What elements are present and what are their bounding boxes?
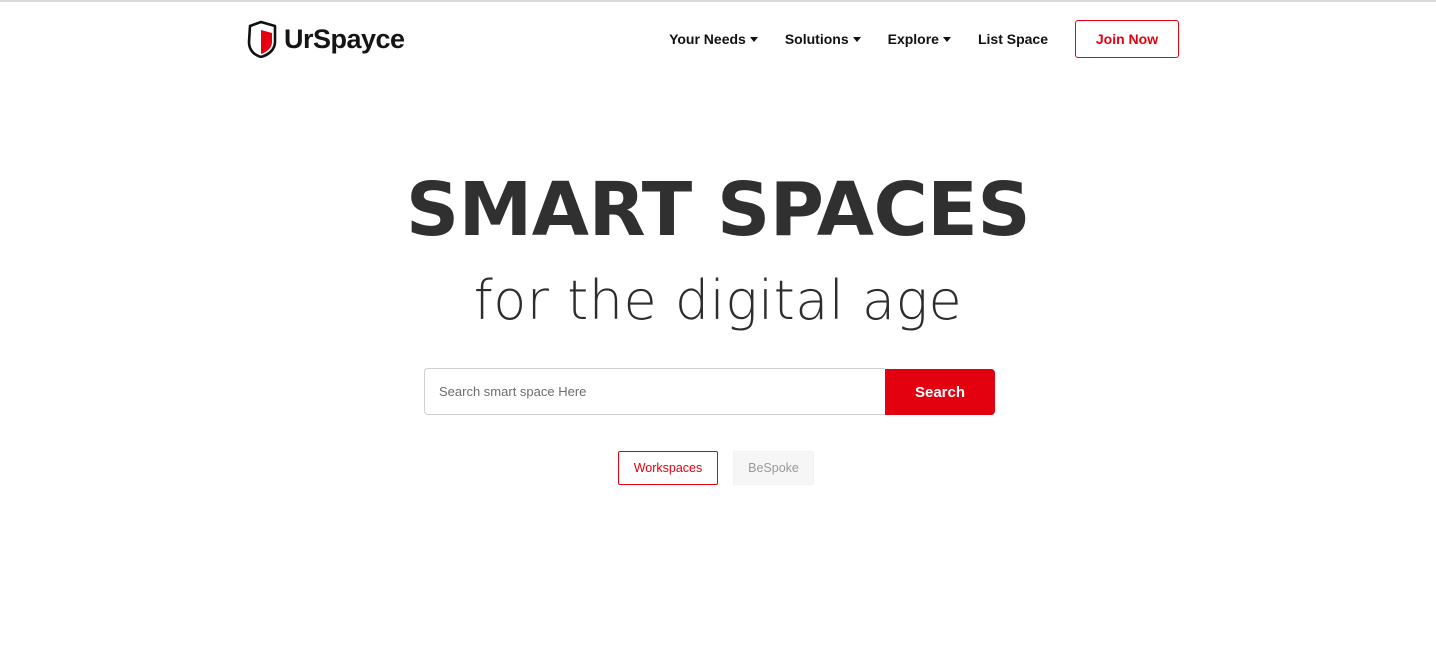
nav-label: Explore	[887, 31, 939, 47]
search-bar: Search	[424, 368, 995, 415]
nav-solutions[interactable]: Solutions	[785, 31, 861, 47]
main-nav: Your Needs Solutions Explore List Space …	[669, 20, 1179, 58]
hero-title: SMART SPACES	[405, 167, 1031, 253]
brand-name: UrSpayce	[284, 23, 405, 54]
caret-down-icon	[852, 37, 861, 42]
category-toggle: Workspaces BeSpoke	[618, 451, 814, 485]
search-input[interactable]	[424, 368, 885, 415]
search-button[interactable]: Search	[885, 369, 995, 415]
category-workspaces[interactable]: Workspaces	[618, 451, 718, 485]
top-border	[0, 0, 1436, 2]
nav-explore[interactable]: Explore	[888, 31, 951, 47]
nav-label: List Space	[977, 31, 1048, 47]
join-now-button[interactable]: Join Now	[1075, 20, 1179, 58]
nav-label: Your Needs	[669, 31, 746, 47]
hero-subtitle: for the digital age	[473, 269, 963, 332]
caret-down-icon	[749, 37, 758, 42]
brand-logo[interactable]: UrSpayce	[247, 20, 405, 58]
nav-label: Solutions	[784, 31, 849, 47]
category-bespoke[interactable]: BeSpoke	[733, 451, 814, 485]
shield-logo-icon	[247, 20, 277, 58]
nav-your-needs[interactable]: Your Needs	[669, 31, 758, 47]
caret-down-icon	[942, 37, 951, 42]
nav-list-space[interactable]: List Space	[978, 31, 1048, 47]
